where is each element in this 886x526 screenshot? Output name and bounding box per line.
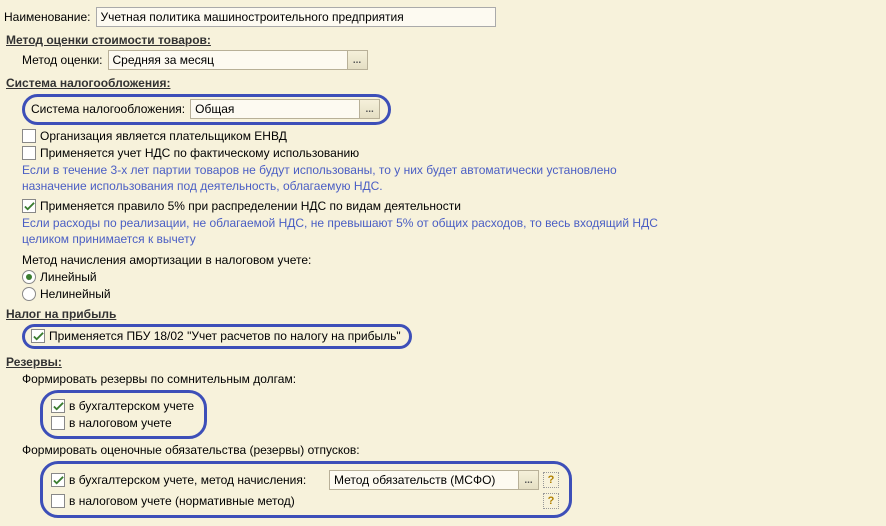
reserves-doubtful-label: Формировать резервы по сомнительным долг… [4, 372, 882, 386]
name-label: Наименование: [4, 10, 91, 24]
method-label: Метод оценки: [22, 53, 103, 67]
info-3years: Если в течение 3-х лет партии товаров не… [4, 163, 664, 194]
radio-nonlinear[interactable] [22, 287, 36, 301]
method-select[interactable]: Средняя за месяц ... [108, 50, 368, 70]
checkbox-nds-fact-label: Применяется учет НДС по фактическому исп… [40, 146, 359, 160]
checkbox-pbu1802[interactable] [31, 329, 45, 343]
check-icon [24, 201, 35, 212]
checkbox-5percent-label: Применяется правило 5% при распределении… [40, 199, 461, 213]
radio-linear[interactable] [22, 270, 36, 284]
ellipsis-icon[interactable]: ... [347, 51, 367, 69]
radio-linear-label: Линейный [40, 270, 97, 284]
method-obligations-select[interactable]: Метод обязательств (МСФО) ... [329, 470, 539, 490]
ellipsis-icon[interactable]: ... [359, 100, 379, 118]
help-icon[interactable]: ? [543, 472, 559, 488]
checkbox-envd[interactable] [22, 129, 36, 143]
tax-system-highlight: Система налогообложения: Общая ... [22, 94, 391, 125]
name-input[interactable] [96, 7, 496, 27]
checkbox-nu-vacation[interactable] [51, 494, 65, 508]
checkbox-bu-vacation-label: в бухгалтерском учете, метод начисления: [69, 473, 329, 487]
checkbox-bu-vacation[interactable] [51, 473, 65, 487]
checkbox-nu-doubtful[interactable] [51, 416, 65, 430]
check-icon [53, 401, 64, 412]
check-icon [53, 475, 64, 486]
tax-system-label: Система налогообложения: [31, 102, 185, 116]
checkbox-envd-label: Организация является плательщиком ЕНВД [40, 129, 287, 143]
pbu-highlight: Применяется ПБУ 18/02 "Учет расчетов по … [22, 324, 412, 349]
checkbox-nu-doubtful-label: в налоговом учете [69, 416, 172, 430]
tax-system-section-title: Система налогообложения: [4, 76, 882, 90]
reserves-doubtful-highlight: в бухгалтерском учете в налоговом учете [40, 390, 207, 439]
checkbox-nu-vacation-label: в налоговом учете (нормативные метод) [69, 494, 329, 508]
method-value: Средняя за месяц [109, 51, 347, 69]
reserves-vacation-highlight: в бухгалтерском учете, метод начисления:… [40, 461, 572, 518]
ellipsis-icon[interactable]: ... [518, 471, 538, 489]
profit-section-title: Налог на прибыль [4, 307, 882, 321]
checkbox-bu-doubtful[interactable] [51, 399, 65, 413]
radio-dot-icon [26, 274, 32, 280]
checkbox-pbu1802-label: Применяется ПБУ 18/02 "Учет расчетов по … [49, 329, 401, 343]
checkbox-bu-doubtful-label: в бухгалтерском учете [69, 399, 194, 413]
checkbox-5percent[interactable] [22, 199, 36, 213]
check-icon [33, 331, 44, 342]
help-icon[interactable]: ? [543, 493, 559, 509]
info-5percent: Если расходы по реализации, не облагаемо… [4, 216, 664, 247]
checkbox-nds-fact[interactable] [22, 146, 36, 160]
method-obligations-value: Метод обязательств (МСФО) [330, 471, 518, 489]
amort-label: Метод начисления амортизации в налоговом… [4, 253, 882, 267]
radio-nonlinear-label: Нелинейный [40, 287, 111, 301]
reserves-section-title: Резервы: [4, 355, 882, 369]
tax-system-value: Общая [191, 100, 359, 118]
method-section-title: Метод оценки стоимости товаров: [4, 33, 882, 47]
reserves-vacation-label: Формировать оценочные обязательства (рез… [4, 443, 882, 457]
tax-system-select[interactable]: Общая ... [190, 99, 380, 119]
